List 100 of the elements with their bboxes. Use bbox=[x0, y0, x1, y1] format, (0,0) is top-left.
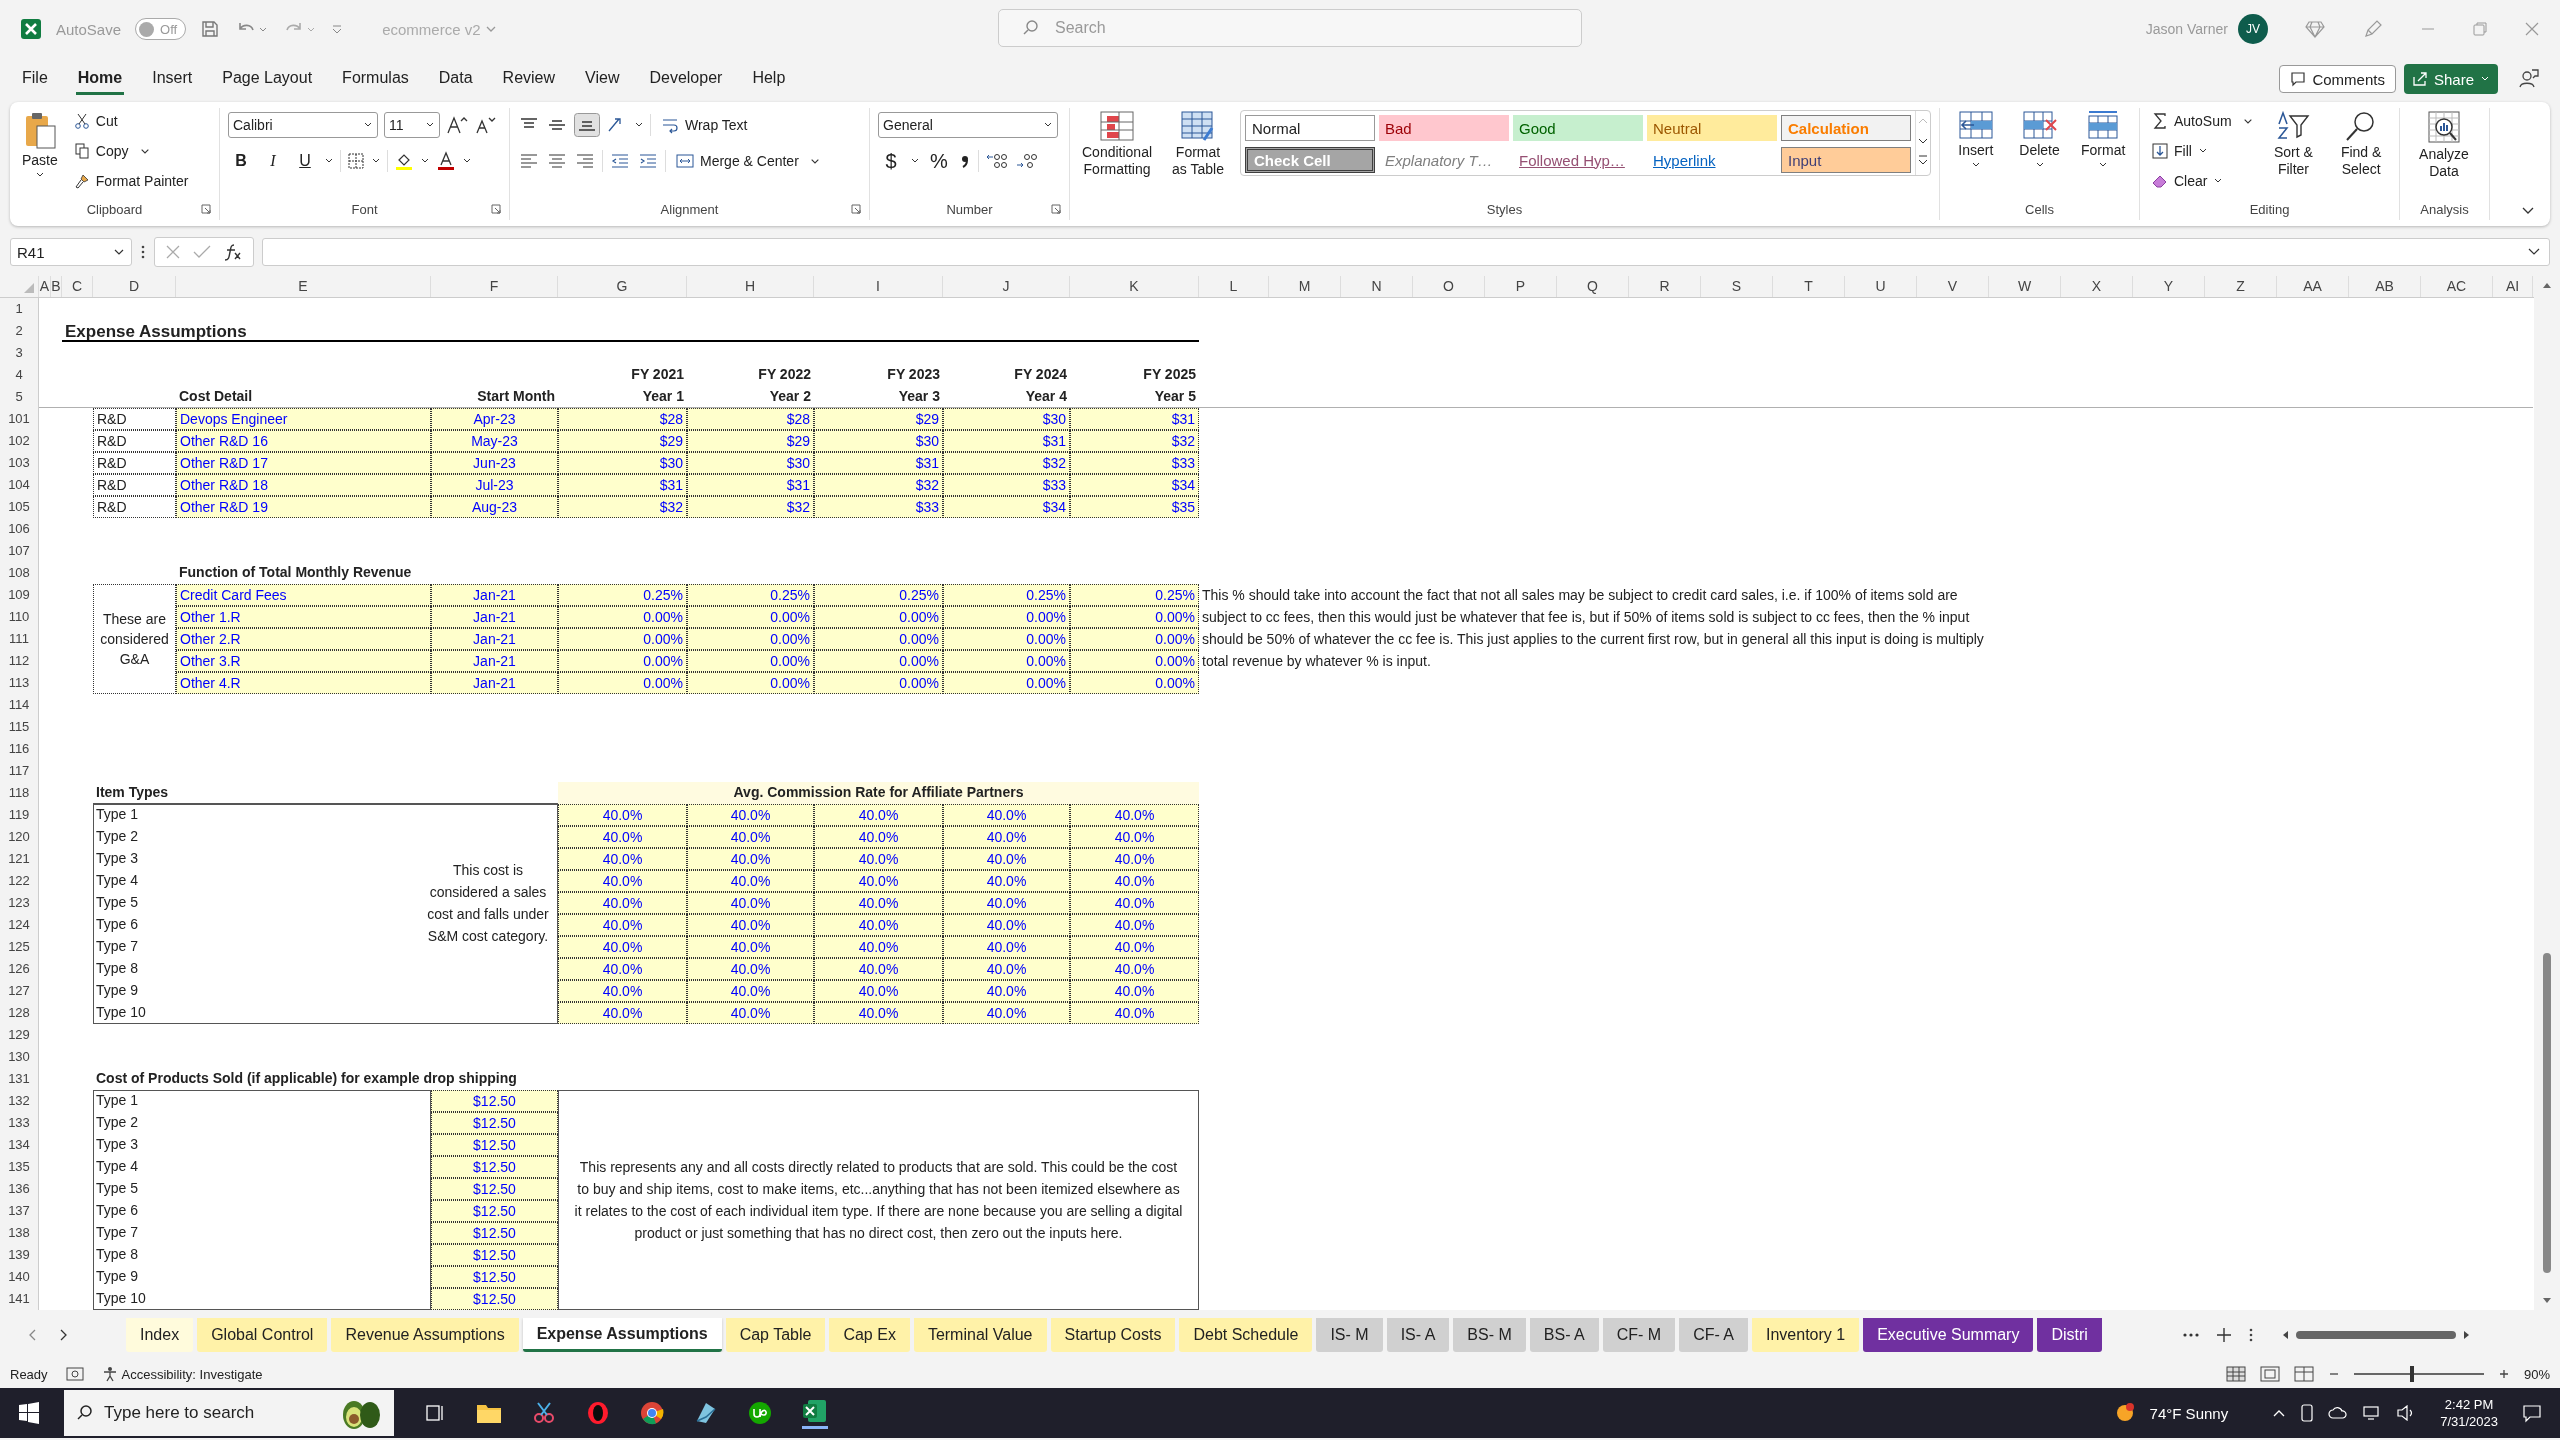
task-view-icon[interactable] bbox=[424, 1402, 446, 1424]
column-header[interactable]: L bbox=[1199, 276, 1269, 297]
delete-button[interactable]: Delete bbox=[2011, 108, 2068, 171]
currency-button[interactable]: $ bbox=[878, 148, 904, 174]
column-header[interactable]: Z bbox=[2205, 276, 2277, 297]
excel-app-icon[interactable] bbox=[802, 1397, 828, 1429]
menu-tab[interactable]: Developer bbox=[647, 63, 725, 95]
cell-style-option[interactable]: Good bbox=[1513, 115, 1643, 141]
column-header[interactable]: S bbox=[1701, 276, 1773, 297]
sheet-tab[interactable]: Cap Ex bbox=[829, 1318, 910, 1352]
column-header[interactable]: A bbox=[39, 276, 51, 297]
font-grow-icon[interactable] bbox=[446, 115, 468, 135]
insert-button[interactable]: Insert bbox=[1948, 108, 2004, 171]
sheet-tab[interactable]: Index bbox=[126, 1318, 194, 1352]
italic-button[interactable]: I bbox=[260, 148, 286, 174]
cell-style-option[interactable]: Normal bbox=[1245, 115, 1375, 141]
excel-logo-icon[interactable] bbox=[20, 18, 42, 40]
align-right-icon[interactable] bbox=[574, 151, 596, 171]
increase-decimal-icon[interactable] bbox=[985, 151, 1009, 171]
expand-icon[interactable] bbox=[2527, 247, 2541, 257]
cut-button[interactable]: Cut bbox=[69, 108, 193, 134]
weather-text[interactable]: 74°F Sunny bbox=[2149, 1404, 2229, 1422]
column-header[interactable]: Y bbox=[2133, 276, 2205, 297]
diamond-icon[interactable] bbox=[2304, 18, 2326, 40]
function-icon[interactable] bbox=[223, 243, 243, 261]
column-header[interactable]: AC bbox=[2421, 276, 2493, 297]
caret-icon[interactable] bbox=[462, 157, 472, 165]
upwork-icon[interactable] bbox=[748, 1401, 772, 1425]
caret-icon[interactable] bbox=[634, 121, 644, 129]
column-header[interactable]: P bbox=[1485, 276, 1557, 297]
sheet-tab[interactable]: Startup Costs bbox=[1050, 1318, 1176, 1352]
cell-style-option[interactable]: Followed Hyp… bbox=[1513, 147, 1643, 173]
pen-icon[interactable] bbox=[2362, 18, 2384, 40]
zoom-slider-thumb[interactable] bbox=[2410, 1366, 2415, 1382]
sheet-tab[interactable]: Distri bbox=[2037, 1318, 2102, 1352]
analyze-data-button[interactable]: Analyze Data bbox=[2408, 108, 2480, 182]
cell-style-option[interactable]: Hyperlink bbox=[1647, 147, 1777, 173]
sheet-tab[interactable]: Inventory 1 bbox=[1752, 1318, 1860, 1352]
opera-browser-icon[interactable] bbox=[586, 1401, 610, 1425]
column-header[interactable]: R bbox=[1629, 276, 1701, 297]
sheet-tab[interactable]: Global Control bbox=[197, 1318, 328, 1352]
sheet-tab[interactable]: IS- M bbox=[1316, 1318, 1383, 1352]
sheet-tab[interactable]: Revenue Assumptions bbox=[331, 1318, 519, 1352]
windows-start-icon[interactable] bbox=[18, 1402, 40, 1424]
cell-style-option[interactable]: Explanatory T… bbox=[1379, 147, 1509, 173]
normal-view-icon[interactable] bbox=[2225, 1366, 2246, 1382]
caret-icon[interactable] bbox=[324, 157, 334, 165]
autosum-button[interactable]: AutoSum bbox=[2148, 108, 2256, 134]
scrollbar-thumb[interactable] bbox=[2543, 953, 2551, 1273]
menu-tab[interactable]: View bbox=[583, 63, 622, 95]
menu-tab[interactable]: Data bbox=[436, 63, 475, 95]
column-header[interactable]: M bbox=[1269, 276, 1341, 297]
options-icon[interactable] bbox=[2248, 1327, 2254, 1343]
menu-tab[interactable]: File bbox=[20, 63, 50, 95]
column-header[interactable]: B bbox=[51, 276, 62, 297]
bold-button[interactable]: B bbox=[228, 148, 254, 174]
folder-icon[interactable] bbox=[476, 1402, 502, 1424]
page-break-view-icon[interactable] bbox=[2293, 1366, 2314, 1382]
share-button[interactable]: Share bbox=[2403, 64, 2498, 94]
column-header[interactable]: U bbox=[1845, 276, 1917, 297]
font-color-icon[interactable] bbox=[436, 151, 456, 171]
sheet-tab[interactable]: Expense Assumptions bbox=[522, 1318, 722, 1352]
percent-button[interactable]: % bbox=[926, 148, 952, 174]
sheet-tab[interactable]: Terminal Value bbox=[913, 1318, 1047, 1352]
clock-date[interactable]: 7/31/2023 bbox=[2440, 1413, 2498, 1430]
accessibility-status[interactable]: Accessibility: Investigate bbox=[101, 1366, 263, 1382]
column-header[interactable]: I bbox=[814, 276, 943, 297]
column-header[interactable]: AB bbox=[2349, 276, 2421, 297]
clear-button[interactable]: Clear bbox=[2148, 168, 2256, 194]
column-header[interactable]: N bbox=[1341, 276, 1413, 297]
paste-button[interactable]: Paste bbox=[18, 108, 62, 181]
caret-icon[interactable] bbox=[420, 157, 430, 165]
format-as-table-button[interactable]: Format as Table bbox=[1164, 108, 1232, 180]
cell-style-option[interactable]: Neutral bbox=[1647, 115, 1777, 141]
menu-tab[interactable]: Insert bbox=[150, 63, 195, 95]
dialog-launcher-icon[interactable] bbox=[1051, 204, 1061, 214]
cell-style-option[interactable]: Bad bbox=[1379, 115, 1509, 141]
wrap-text-button[interactable]: Wrap Text bbox=[657, 112, 752, 138]
cloud-icon[interactable] bbox=[2328, 1406, 2349, 1420]
conditional-formatting-button[interactable]: Conditional Formatting bbox=[1078, 108, 1157, 180]
clock-time[interactable]: 2:42 PM bbox=[2444, 1396, 2494, 1413]
zoom-in-icon[interactable] bbox=[2497, 1368, 2510, 1380]
align-center-icon[interactable] bbox=[546, 151, 568, 171]
taskbar-search-field[interactable]: Type here to search bbox=[64, 1390, 394, 1436]
column-header[interactable]: AI bbox=[2493, 276, 2533, 297]
sheet-tab[interactable]: Executive Summary bbox=[1863, 1318, 2034, 1352]
column-header[interactable]: J bbox=[943, 276, 1070, 297]
dialog-launcher-icon[interactable] bbox=[201, 204, 211, 214]
font-size-field[interactable]: 11 bbox=[384, 112, 440, 138]
sheet-tab[interactable]: CF- A bbox=[1679, 1318, 1748, 1352]
save-icon[interactable] bbox=[200, 19, 221, 39]
column-header[interactable]: G bbox=[558, 276, 687, 297]
format-button[interactable]: Format bbox=[2075, 108, 2131, 171]
sheet-tab[interactable]: BS- A bbox=[1529, 1318, 1599, 1352]
sheet-tab[interactable]: BS- M bbox=[1453, 1318, 1526, 1352]
caret-icon[interactable] bbox=[910, 157, 920, 165]
font-name-field[interactable]: Calibri bbox=[228, 112, 378, 138]
menu-tab[interactable]: Review bbox=[500, 63, 558, 95]
snipping-tool-icon[interactable] bbox=[532, 1401, 556, 1425]
find-select-button[interactable]: Find & Select bbox=[2331, 108, 2391, 180]
